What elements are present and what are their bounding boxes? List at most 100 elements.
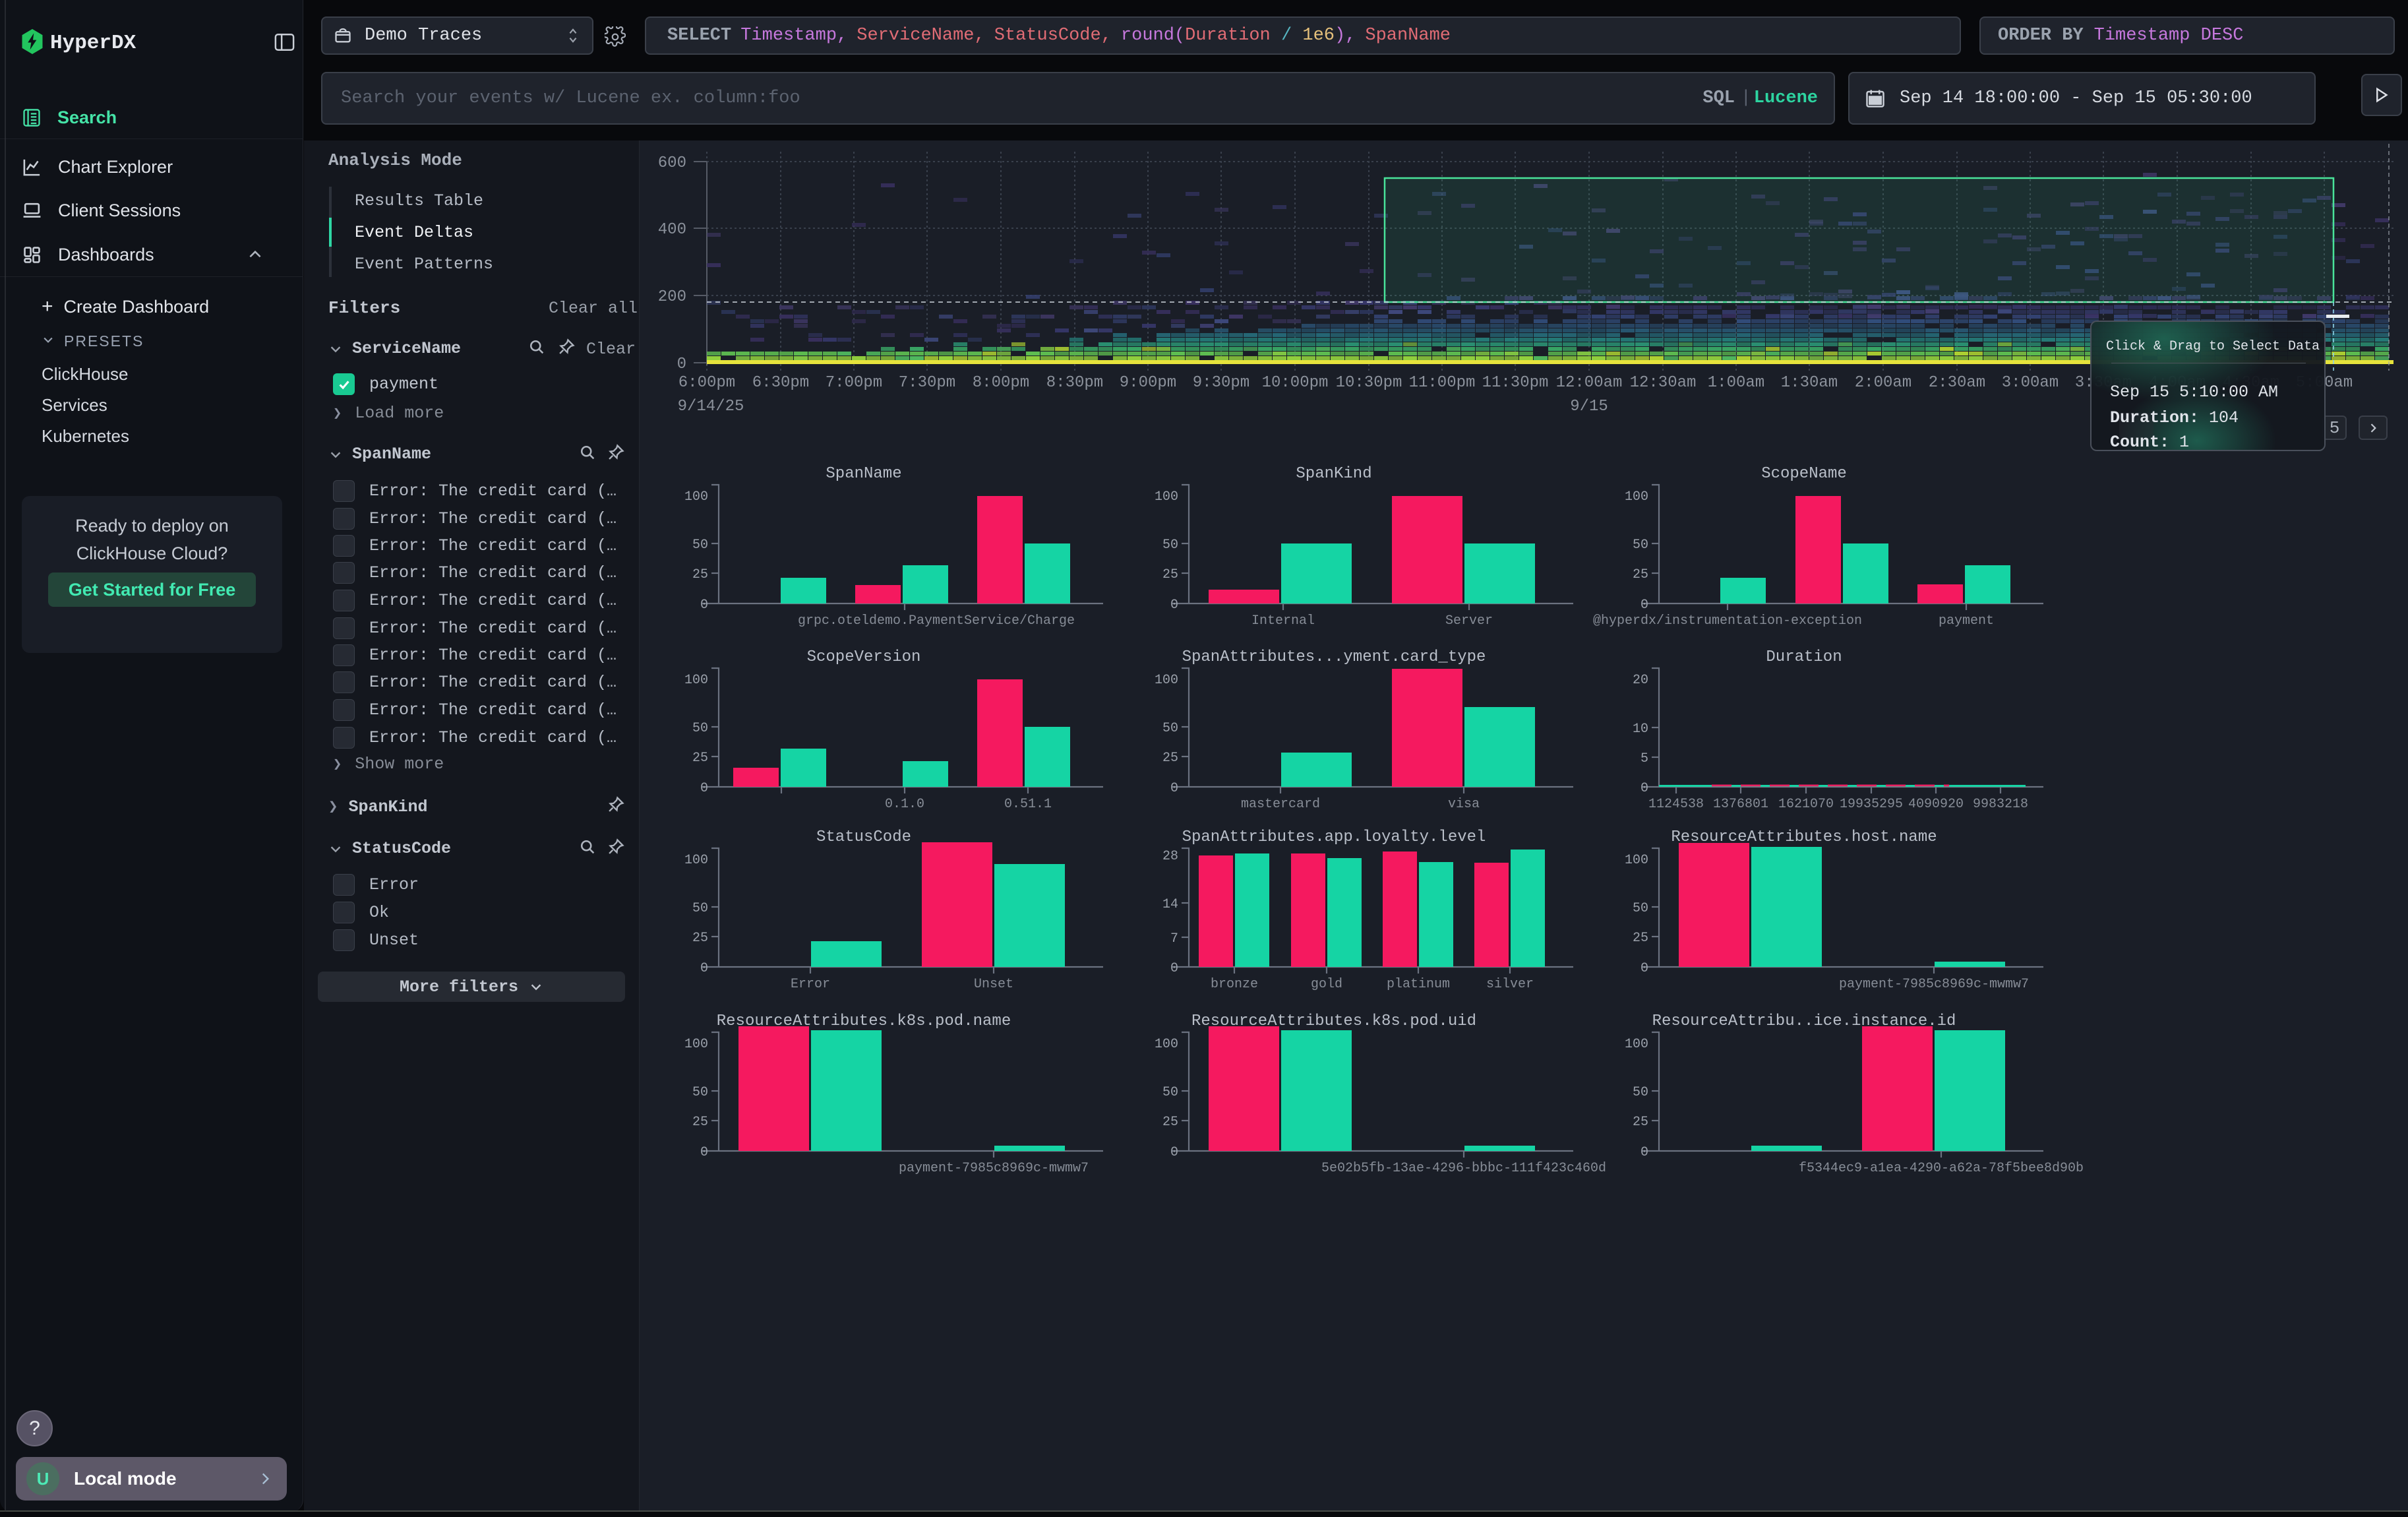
svg-text:mastercard: mastercard [1241,797,1320,812]
svg-text:grpc.oteldemo.PaymentService/C: grpc.oteldemo.PaymentService/Charge [798,613,1075,629]
svg-text:10:30pm: 10:30pm [1336,374,1402,392]
svg-text:1124538: 1124538 [1648,797,1704,812]
svg-text:2:00am: 2:00am [1855,374,1911,392]
svg-text:1376801: 1376801 [1713,797,1768,812]
svg-text:0: 0 [677,356,686,373]
svg-text:200: 200 [658,288,686,306]
svg-text:50: 50 [1162,538,1178,553]
svg-text:SpanName: SpanName [826,465,901,483]
svg-text:0: 0 [1170,598,1178,613]
svg-text:400: 400 [658,221,686,239]
svg-text:payment-7985c8969c-mwmw7: payment-7985c8969c-mwmw7 [1839,977,2029,992]
svg-text:StatusCode: StatusCode [816,828,911,846]
svg-text:14: 14 [1162,897,1178,912]
svg-text:50: 50 [1633,538,1648,553]
svg-text:1621070: 1621070 [1778,797,1834,812]
svg-text:9/14/25: 9/14/25 [678,398,744,416]
svg-text:100: 100 [1625,489,1648,505]
svg-text:100: 100 [684,1037,708,1052]
svg-text:9983218: 9983218 [1973,797,2028,812]
svg-text:5: 5 [1640,751,1648,766]
svg-text:0: 0 [1170,1145,1178,1160]
svg-text:payment-7985c8969c-mwmw7: payment-7985c8969c-mwmw7 [899,1161,1089,1176]
svg-text:1:00am: 1:00am [1708,374,1764,392]
svg-text:100: 100 [1625,853,1648,868]
svg-text:50: 50 [692,901,708,916]
svg-text:100: 100 [1625,1037,1648,1052]
svg-text:0: 0 [700,961,708,976]
svg-text:12:30am: 12:30am [1630,374,1697,392]
svg-text:@hyperdx/instrumentation-excep: @hyperdx/instrumentation-exception [1593,613,1862,629]
svg-text:100: 100 [1155,489,1178,505]
svg-text:0: 0 [700,598,708,613]
svg-text:Server: Server [1445,613,1493,629]
svg-text:100: 100 [1155,1037,1178,1052]
svg-text:25: 25 [692,931,708,946]
svg-text:20: 20 [1633,673,1648,688]
svg-text:3:00am: 3:00am [2002,374,2059,392]
svg-text:Duration: Duration [1766,648,1842,666]
svg-text:6:00pm: 6:00pm [678,374,735,392]
svg-text:0: 0 [1170,781,1178,796]
svg-text:9/15: 9/15 [1570,398,1608,416]
svg-text:7:00pm: 7:00pm [826,374,882,392]
svg-text:SpanKind: SpanKind [1296,465,1371,483]
svg-text:11:00pm: 11:00pm [1409,374,1476,392]
svg-text:2:30am: 2:30am [1929,374,1985,392]
svg-text:silver: silver [1486,977,1534,992]
svg-text:Error: Error [791,977,830,992]
svg-text:0: 0 [1640,781,1648,796]
svg-text:visa: visa [1448,797,1480,812]
svg-text:10: 10 [1633,722,1648,737]
svg-text:7:30pm: 7:30pm [899,374,955,392]
svg-text:8:00pm: 8:00pm [973,374,1029,392]
svg-text:12:00am: 12:00am [1556,374,1623,392]
svg-text:SpanAttributes.app.loyalty.lev: SpanAttributes.app.loyalty.level [1182,828,1486,846]
svg-text:0: 0 [1640,598,1648,613]
svg-text:9:30pm: 9:30pm [1193,374,1249,392]
svg-text:25: 25 [1162,1115,1178,1130]
svg-text:1:30am: 1:30am [1781,374,1838,392]
svg-text:0.51.1: 0.51.1 [1004,797,1052,812]
svg-text:6:30pm: 6:30pm [752,374,809,392]
svg-text:50: 50 [692,538,708,553]
svg-text:50: 50 [1162,1085,1178,1100]
svg-text:f5344ec9-a1ea-4290-a62a-78f5be: f5344ec9-a1ea-4290-a62a-78f5bee8d90b [1799,1161,2084,1176]
svg-text:25: 25 [692,1115,708,1130]
svg-text:0: 0 [1640,1145,1648,1160]
svg-text:9:00pm: 9:00pm [1120,374,1176,392]
svg-text:7: 7 [1170,931,1178,946]
svg-text:100: 100 [684,853,708,868]
svg-text:50: 50 [1633,1085,1648,1100]
svg-text:19935295: 19935295 [1840,797,1903,812]
svg-text:25: 25 [692,751,708,766]
svg-text:bronze: bronze [1211,977,1258,992]
svg-text:50: 50 [1633,901,1648,916]
svg-text:600: 600 [658,154,686,172]
svg-text:5e02b5fb-13ae-4296-bbbc-111f42: 5e02b5fb-13ae-4296-bbbc-111f423c460d [1321,1161,1606,1176]
svg-text:0.1.0: 0.1.0 [885,797,924,812]
svg-text:25: 25 [1633,567,1648,582]
svg-text:0: 0 [700,1145,708,1160]
svg-text:100: 100 [684,673,708,688]
svg-text:8:30pm: 8:30pm [1046,374,1103,392]
svg-text:50: 50 [692,721,708,736]
svg-text:25: 25 [1633,931,1648,946]
svg-text:ScopeVersion: ScopeVersion [807,648,921,666]
svg-text:Unset: Unset [974,977,1013,992]
svg-text:11:30pm: 11:30pm [1482,374,1549,392]
svg-text:28: 28 [1162,849,1178,864]
svg-text:ScopeName: ScopeName [1761,465,1847,483]
svg-text:50: 50 [692,1085,708,1100]
svg-text:Internal: Internal [1251,613,1315,629]
svg-text:0: 0 [1640,961,1648,976]
svg-text:10:00pm: 10:00pm [1262,374,1329,392]
svg-text:4090920: 4090920 [1908,797,1964,812]
svg-text:payment: payment [1939,613,1994,629]
svg-text:0: 0 [1170,961,1178,976]
svg-text:100: 100 [684,489,708,505]
svg-text:0: 0 [700,781,708,796]
svg-text:25: 25 [1162,567,1178,582]
svg-text:platinum: platinum [1387,977,1450,992]
svg-text:SpanAttributes...yment.card_ty: SpanAttributes...yment.card_type [1182,648,1486,666]
